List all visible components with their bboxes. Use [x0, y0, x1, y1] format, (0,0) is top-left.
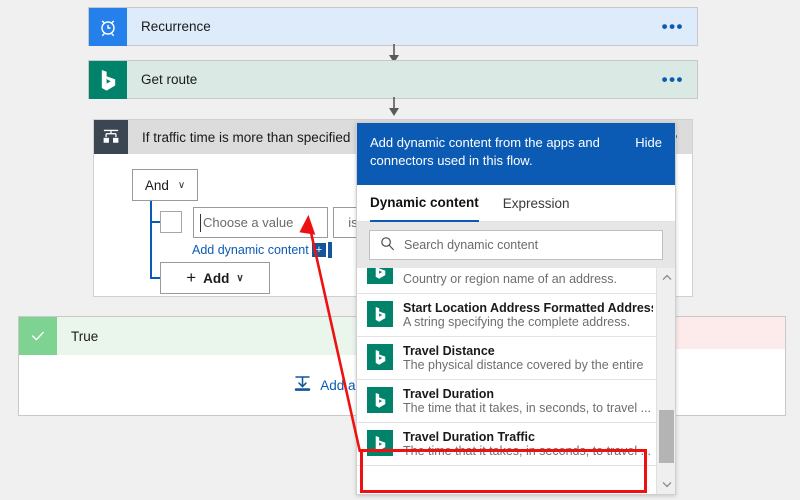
condition-branch-icon: [94, 120, 128, 154]
list-item-description: The physical distance covered by the ent…: [403, 358, 644, 372]
check-icon: [19, 317, 57, 355]
chevron-up-icon[interactable]: [657, 268, 676, 287]
dynamic-content-list[interactable]: Country or region name of an address. St…: [357, 268, 675, 494]
list-item[interactable]: Country or region name of an address.: [357, 268, 675, 294]
list-item-title: Travel Duration: [403, 387, 494, 401]
tab-dynamic-content[interactable]: Dynamic content: [370, 185, 479, 222]
dynamic-content-header: Add dynamic content from the apps and co…: [357, 123, 675, 185]
dynamic-content-panel[interactable]: Add dynamic content from the apps and co…: [356, 122, 676, 495]
dynamic-content-header-text: Add dynamic content from the apps and co…: [370, 135, 600, 168]
branch-card-false[interactable]: [668, 316, 786, 416]
branch-false-header: [669, 317, 785, 349]
list-item[interactable]: Travel Distance The physical distance co…: [357, 337, 675, 380]
flow-step-recurrence[interactable]: Recurrence •••: [88, 7, 698, 46]
condition-tree-vertical: [150, 201, 152, 278]
list-item[interactable]: Start Location Address Formatted Address…: [357, 294, 675, 337]
bing-maps-icon: [367, 430, 393, 456]
bing-maps-icon: [367, 344, 393, 370]
list-item-description: Country or region name of an address.: [403, 272, 618, 286]
add-condition-button[interactable]: + Add ∨: [160, 262, 270, 294]
list-item-description: The time that it takes, in seconds, to t…: [403, 401, 652, 415]
add-dynamic-content-link[interactable]: Add dynamic content: [192, 243, 309, 257]
dynamic-content-tabs: Dynamic content Expression: [357, 185, 675, 222]
condition-operator-dropdown[interactable]: And ∨: [132, 169, 198, 201]
condition-operator-label: And: [144, 177, 169, 193]
add-dynamic-content-plus-icon[interactable]: +: [312, 243, 326, 257]
chevron-down-icon: ∨: [177, 179, 186, 191]
add-condition-label: Add: [203, 270, 230, 286]
dynamic-content-scrollbar[interactable]: [656, 268, 675, 494]
choose-a-value-input[interactable]: Choose a value: [193, 207, 328, 238]
chevron-down-icon: ∨: [236, 272, 244, 284]
chevron-down-icon[interactable]: [657, 475, 676, 494]
tab-expression[interactable]: Expression: [503, 185, 570, 222]
add-dynamic-content-caret-icon: [328, 242, 332, 258]
bing-maps-icon: [89, 61, 127, 99]
bing-maps-icon: [367, 301, 393, 327]
list-item[interactable]: Travel Duration The time that it takes, …: [357, 380, 675, 423]
step-menu-button[interactable]: •••: [662, 71, 697, 88]
list-item-travel-duration-traffic[interactable]: Travel Duration Traffic The time that it…: [357, 423, 675, 466]
search-input-placeholder: Search dynamic content: [404, 238, 539, 252]
flow-step-get-route[interactable]: Get route •••: [88, 60, 698, 99]
insert-action-icon: [293, 374, 312, 396]
list-item-description: A string specifying the complete address…: [403, 315, 631, 329]
list-item-title: Travel Distance: [403, 344, 495, 358]
list-item-description: The time that it takes, in seconds, to t…: [403, 444, 652, 458]
condition-row-checkbox[interactable]: [160, 211, 182, 233]
list-item-title: Travel Duration Traffic: [403, 430, 535, 444]
bing-maps-icon: [367, 387, 393, 413]
list-item-title: Start Location Address Formatted Address: [403, 301, 653, 315]
flow-step-title: Recurrence: [141, 19, 211, 34]
step-menu-button[interactable]: •••: [662, 18, 697, 35]
scrollbar-thumb[interactable]: [659, 410, 674, 463]
hide-panel-button[interactable]: Hide: [635, 134, 662, 150]
plus-icon: +: [186, 268, 197, 287]
flow-designer-canvas: Recurrence ••• Get route ••• If traffic …: [0, 0, 800, 500]
search-input[interactable]: Search dynamic content: [369, 230, 663, 260]
dynamic-content-search-area: Search dynamic content: [357, 222, 675, 268]
search-icon: [380, 236, 395, 254]
bing-maps-icon: [367, 268, 393, 284]
flow-step-title: Get route: [141, 72, 198, 87]
connector-arrow-2: [389, 97, 399, 116]
alarm-clock-icon: [89, 8, 127, 46]
